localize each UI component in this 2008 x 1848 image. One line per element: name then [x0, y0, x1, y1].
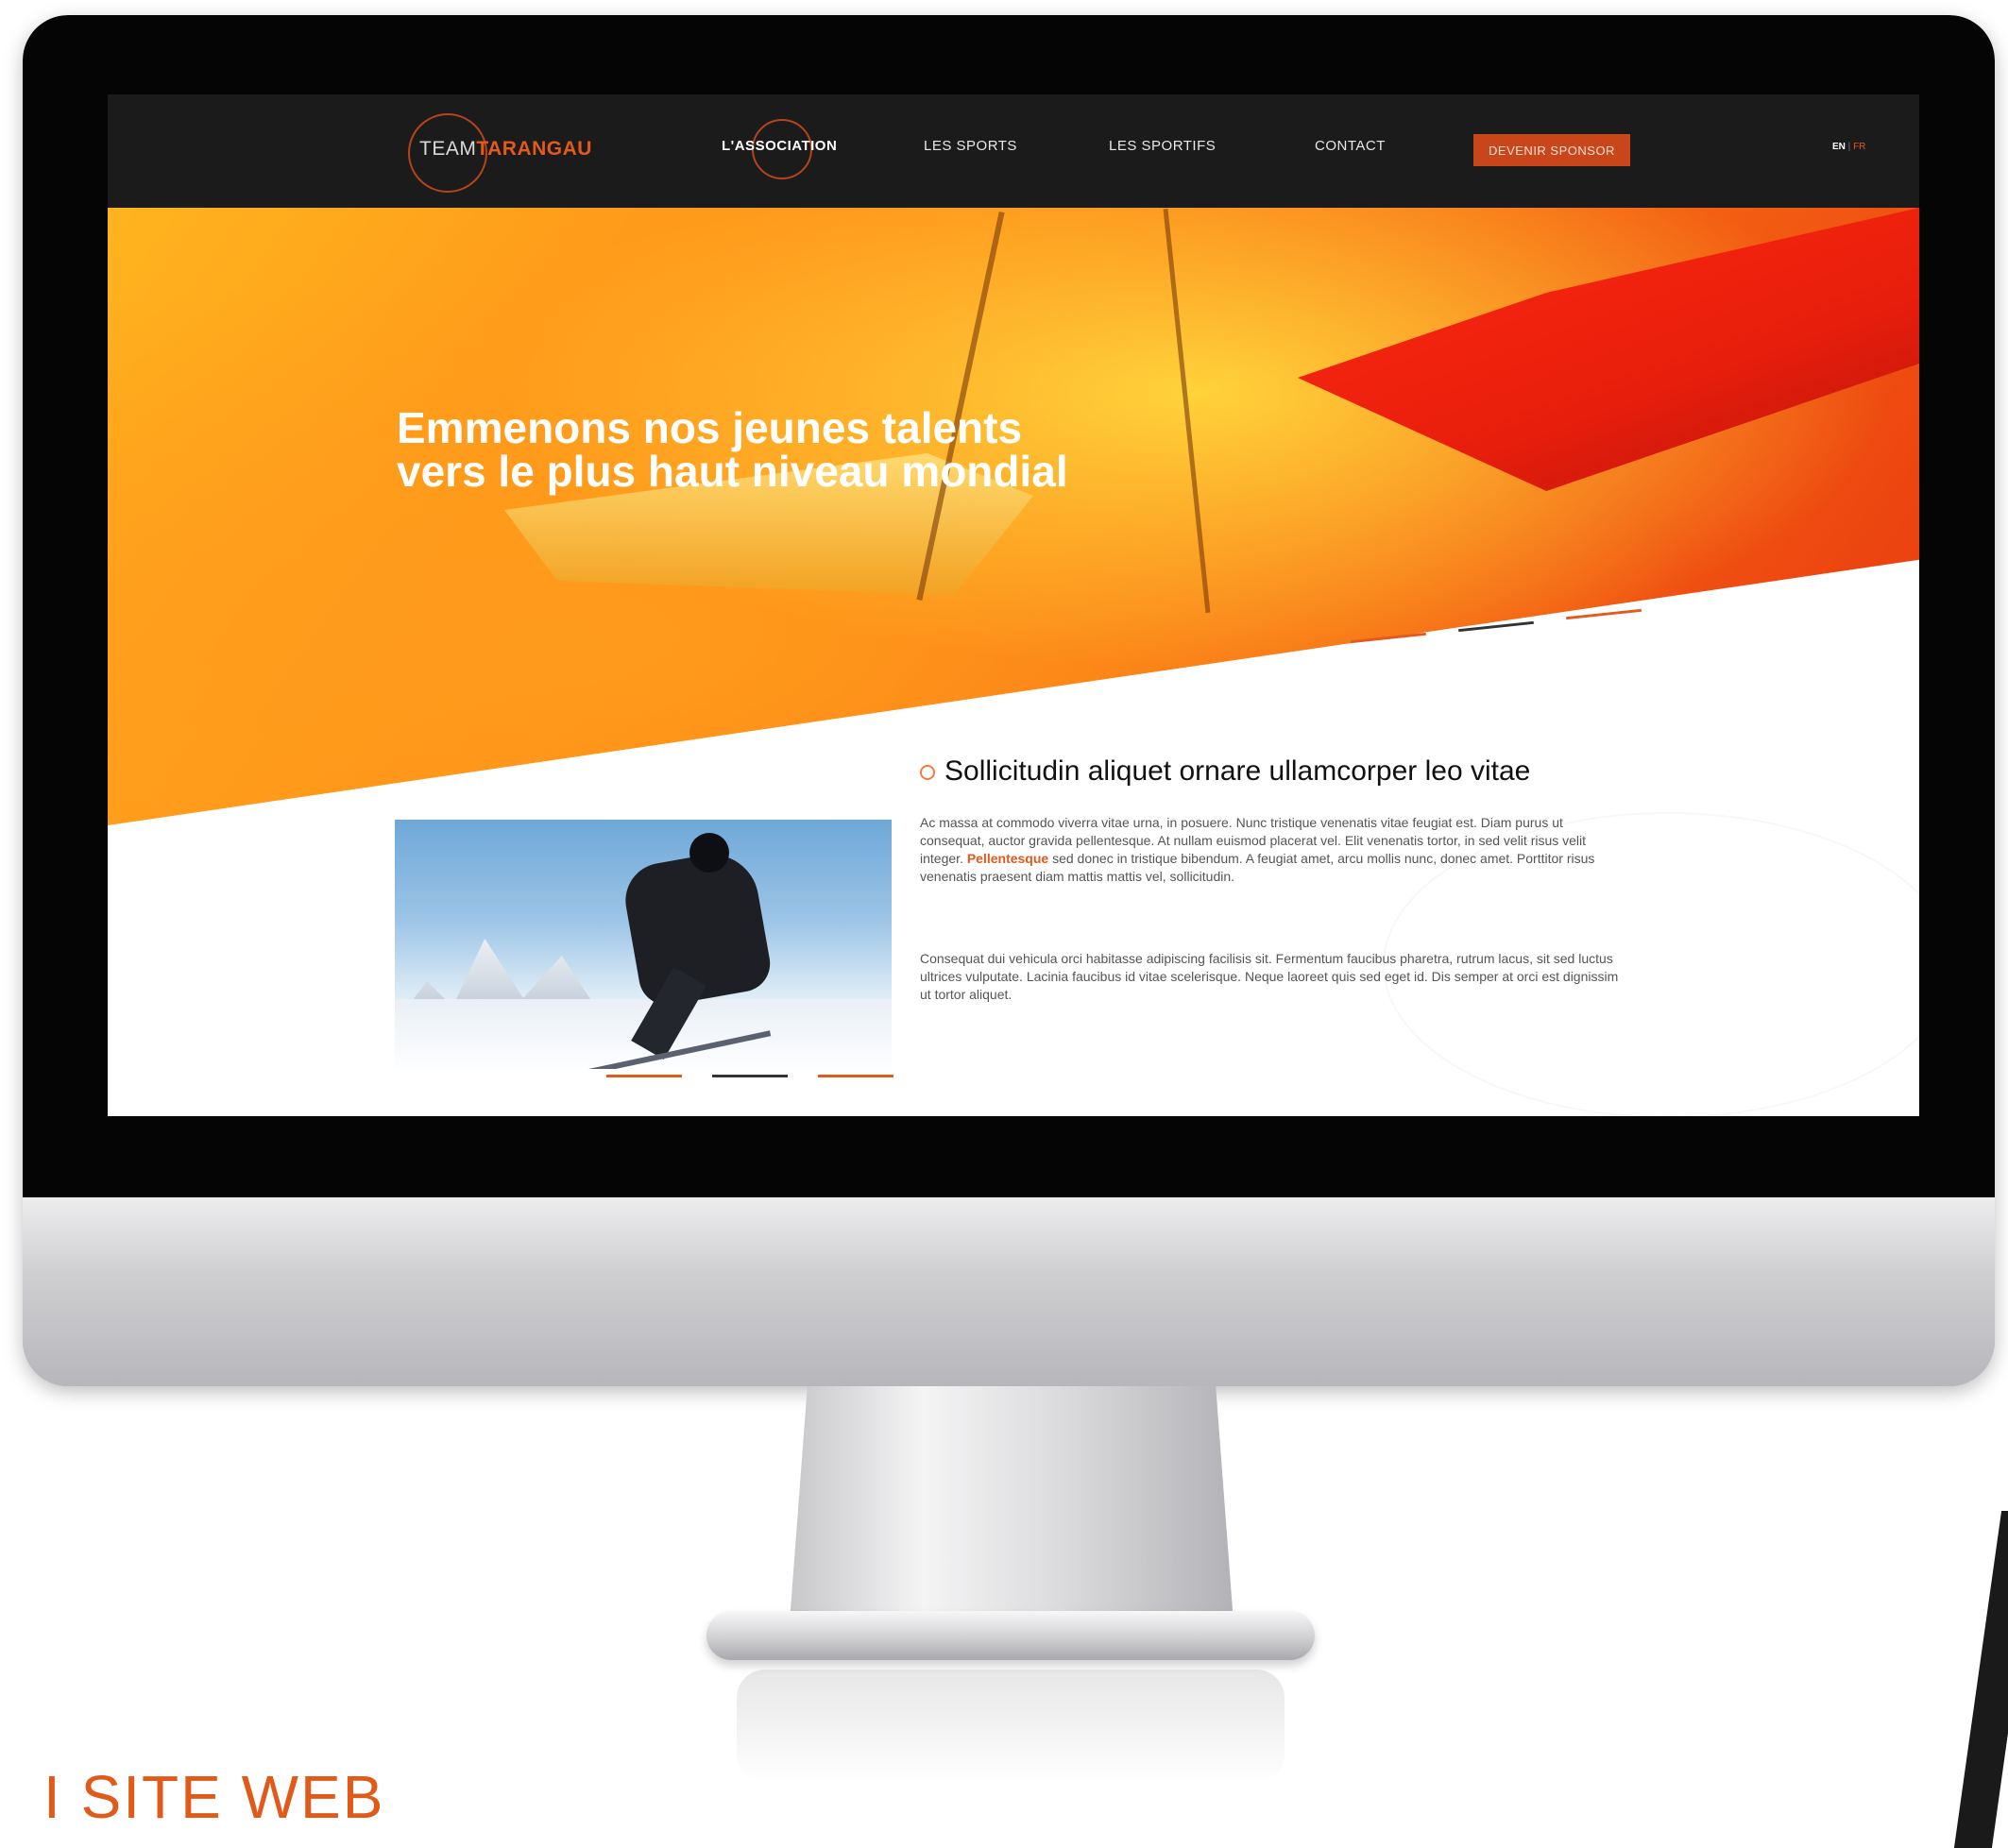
- circle-bullet-icon: [920, 765, 935, 781]
- lang-separator: |: [1845, 142, 1854, 152]
- section-title-text: Sollicitudin aliquet ornare ullamcorper …: [944, 755, 1531, 787]
- logo-part-tarangau: TARANGAU: [476, 138, 592, 160]
- body-paragraph-2: Consequat dui vehicula orci habitasse ad…: [920, 951, 1619, 1002]
- nav-item-les-sports[interactable]: LES SPORTS: [924, 138, 1017, 154]
- hero-headline-line1: Emmenons nos jeunes talents: [397, 403, 1023, 452]
- logo-part-team: TEAM: [419, 138, 477, 160]
- top-navigation: TEAMTARANGAU L'ASSOCIATION LES SPORTS LE…: [108, 94, 1919, 208]
- lang-fr-link[interactable]: FR: [1853, 142, 1865, 152]
- monitor-foot: [706, 1611, 1315, 1660]
- photo-slider-dot[interactable]: [712, 1075, 788, 1077]
- lang-en-link[interactable]: EN: [1832, 142, 1846, 152]
- stand-reflection: [737, 1670, 1285, 1783]
- nav-item-association[interactable]: L'ASSOCIATION: [722, 138, 837, 154]
- photo-slider-dot[interactable]: [606, 1075, 682, 1077]
- paragraph-1-highlight: Pellentesque: [966, 851, 1049, 866]
- photo-slider-dot[interactable]: [818, 1075, 893, 1077]
- red-sail-graphic: [1298, 208, 1919, 491]
- monitor-stand: [790, 1386, 1234, 1622]
- logo-text: TEAMTARANGAU: [419, 138, 592, 161]
- website-screen: TEAMTARANGAU L'ASSOCIATION LES SPORTS LE…: [108, 94, 1919, 1116]
- skier-helmet-graphic: [689, 833, 729, 873]
- page-caption: I SITE WEB: [43, 1763, 385, 1831]
- devenir-sponsor-button[interactable]: DEVENIR SPONSOR: [1473, 134, 1630, 166]
- nav-item-contact[interactable]: CONTACT: [1315, 138, 1386, 154]
- hero-headline-line2: vers le plus haut niveau mondial: [397, 447, 1068, 496]
- body-paragraph-1: Ac massa at commodo viverra vitae urna, …: [920, 814, 1630, 886]
- monitor-chin: [23, 1197, 1995, 1386]
- language-switcher: EN | FR: [1832, 142, 1865, 152]
- nav-item-les-sportifs[interactable]: LES SPORTIFS: [1109, 138, 1216, 154]
- section-title: Sollicitudin aliquet ornare ullamcorper …: [920, 755, 1530, 788]
- hero-headline: Emmenons nos jeunes talents vers le plus…: [397, 406, 1068, 493]
- side-device: [1953, 1511, 2008, 1848]
- skier-photo: [395, 820, 892, 1069]
- mast-graphic: [1163, 208, 1211, 614]
- hero-slider-dot[interactable]: [1566, 608, 1642, 620]
- hero-banner: Emmenons nos jeunes talents vers le plus…: [108, 208, 1919, 825]
